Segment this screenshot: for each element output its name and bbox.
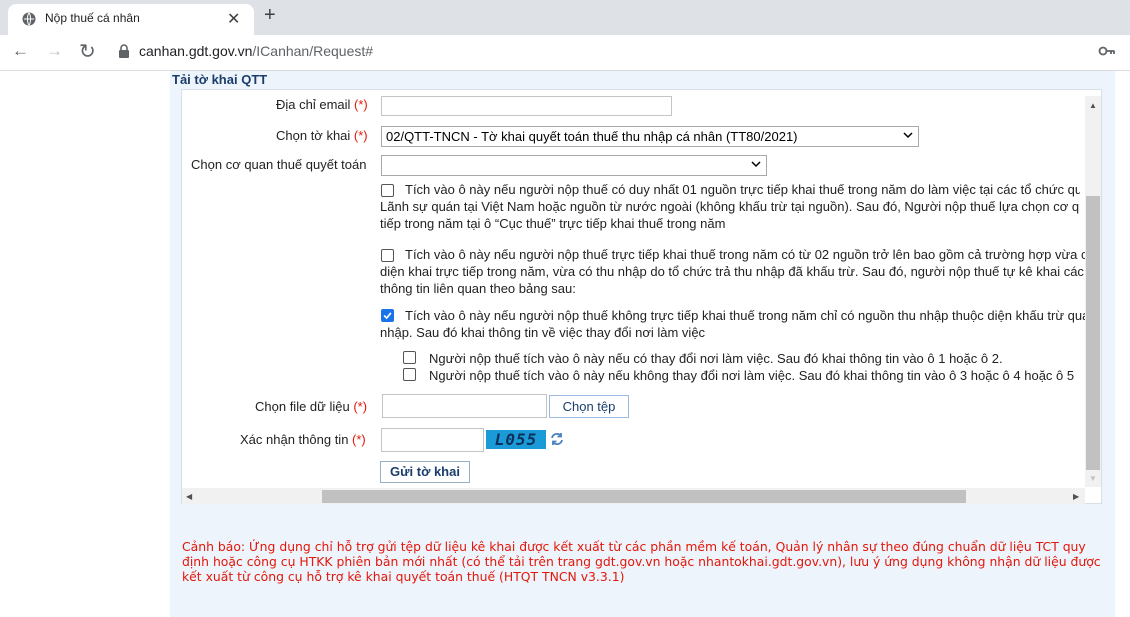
declaration-selected-value: 02/QTT-TNCN - Tờ khai quyết toán thuế th… xyxy=(386,129,798,144)
email-field[interactable] xyxy=(381,96,672,116)
sub-option2-clip: Người nộp thuế tích vào ô này nếu không … xyxy=(429,368,1085,385)
browser-tab[interactable]: Nộp thuế cá nhân ✕ xyxy=(8,4,254,35)
sub-option2-text: Người nộp thuế tích vào ô này nếu không … xyxy=(429,368,1075,383)
scroll-up-icon[interactable]: ▲ xyxy=(1089,101,1097,110)
choose-file-button[interactable]: Chọn tệp xyxy=(549,395,629,418)
option1-line2: Lãnh sự quán tại Việt Nam hoặc nguồn từ … xyxy=(380,199,1080,214)
browser-window: Nộp thuế cá nhân ✕ + ← → ↻ canhan.gdt.go… xyxy=(0,0,1130,617)
tax-office-select[interactable] xyxy=(381,155,767,176)
required-mark: (*) xyxy=(353,399,368,414)
tab-title: Nộp thuế cá nhân xyxy=(45,11,140,25)
captcha-label-text: Xác nhận thông tin xyxy=(240,432,349,447)
lock-icon[interactable] xyxy=(118,44,130,59)
option1-line1: Tích vào ô này nếu người nộp thuế có duy… xyxy=(405,182,1080,197)
option1-line3: tiếp trong năm tại ô “Cục thuế” trực tiế… xyxy=(380,216,726,231)
option3-line1: Tích vào ô này nếu người nộp thuế không … xyxy=(405,308,1088,323)
url-path: /ICanhan/Request# xyxy=(252,43,374,59)
option2-line1: Tích vào ô này nếu người nộp thuế trực t… xyxy=(405,247,1088,262)
file-path-field[interactable] xyxy=(382,394,547,418)
address-bar[interactable]: canhan.gdt.gov.vn/ICanhan/Request# xyxy=(139,43,373,59)
scroll-left-icon[interactable]: ◀ xyxy=(186,492,192,501)
captcha-input[interactable] xyxy=(381,428,484,452)
close-icon[interactable]: ✕ xyxy=(227,9,240,29)
captcha-label: Xác nhận thông tin (*) xyxy=(240,432,366,447)
chevron-down-icon xyxy=(751,161,761,168)
plus-icon[interactable]: + xyxy=(264,4,276,27)
url-host: canhan.gdt.gov.vn xyxy=(139,43,253,59)
address-toolbar: ← → ↻ canhan.gdt.gov.vn/ICanhan/Request# xyxy=(0,35,1130,71)
chevron-down-icon xyxy=(903,132,913,139)
horizontal-scroll-thumb[interactable] xyxy=(322,490,966,503)
panel-title: Tải tờ khai QTT xyxy=(172,72,268,87)
refresh-icon[interactable] xyxy=(550,432,564,446)
tab-strip: Nộp thuế cá nhân ✕ + xyxy=(0,0,1130,35)
sub-option2-checkbox[interactable] xyxy=(403,368,416,381)
required-mark: (*) xyxy=(354,97,368,112)
option3-line2: nhập. Sau đó khai thông tin về việc thay… xyxy=(380,325,706,340)
email-label: Địa chỉ email (*) xyxy=(276,97,368,112)
captcha-image: L055 xyxy=(486,430,546,449)
option2-line3: thông tin liên quan theo bảng sau: xyxy=(380,281,576,296)
vertical-scroll-thumb[interactable] xyxy=(1086,196,1100,470)
required-mark: (*) xyxy=(352,432,366,447)
sub-option1-checkbox[interactable] xyxy=(403,351,416,364)
submit-button[interactable]: Gửi tờ khai xyxy=(380,461,470,483)
tax-office-label: Chọn cơ quan thuế quyết toán xyxy=(191,157,367,172)
globe-icon xyxy=(22,12,36,26)
email-label-text: Địa chỉ email xyxy=(276,97,351,112)
scroll-right-icon[interactable]: ▶ xyxy=(1073,492,1079,501)
option1-text: Tích vào ô này nếu người nộp thuế có duy… xyxy=(380,182,1080,232)
scroll-down-icon[interactable]: ▼ xyxy=(1089,474,1097,483)
warning-message: Cảnh báo: Ứng dụng chỉ hỗ trợ gửi tệp dữ… xyxy=(182,539,1101,584)
required-mark: (*) xyxy=(353,128,368,143)
file-label: Chọn file dữ liệu (*) xyxy=(255,399,367,414)
back-arrow-icon[interactable]: ← xyxy=(12,41,29,61)
key-icon[interactable] xyxy=(1098,43,1116,59)
sub-option1-text: Người nộp thuế tích vào ô này nếu có tha… xyxy=(429,351,1003,366)
declaration-label-text: Chọn tờ khai xyxy=(276,128,351,143)
option2-line2: diện khai trực tiếp trong năm, vừa có th… xyxy=(380,264,1084,279)
reload-icon[interactable]: ↻ xyxy=(79,39,96,64)
declaration-select[interactable]: 02/QTT-TNCN - Tờ khai quyết toán thuế th… xyxy=(381,126,919,147)
forward-arrow-icon[interactable]: → xyxy=(46,41,63,61)
option2-text: Tích vào ô này nếu người nộp thuế trực t… xyxy=(380,247,1088,297)
option3-text: Tích vào ô này nếu người nộp thuế không … xyxy=(380,308,1088,342)
declaration-label: Chọn tờ khai (*) xyxy=(276,128,368,143)
file-label-text: Chọn file dữ liệu xyxy=(255,399,350,414)
